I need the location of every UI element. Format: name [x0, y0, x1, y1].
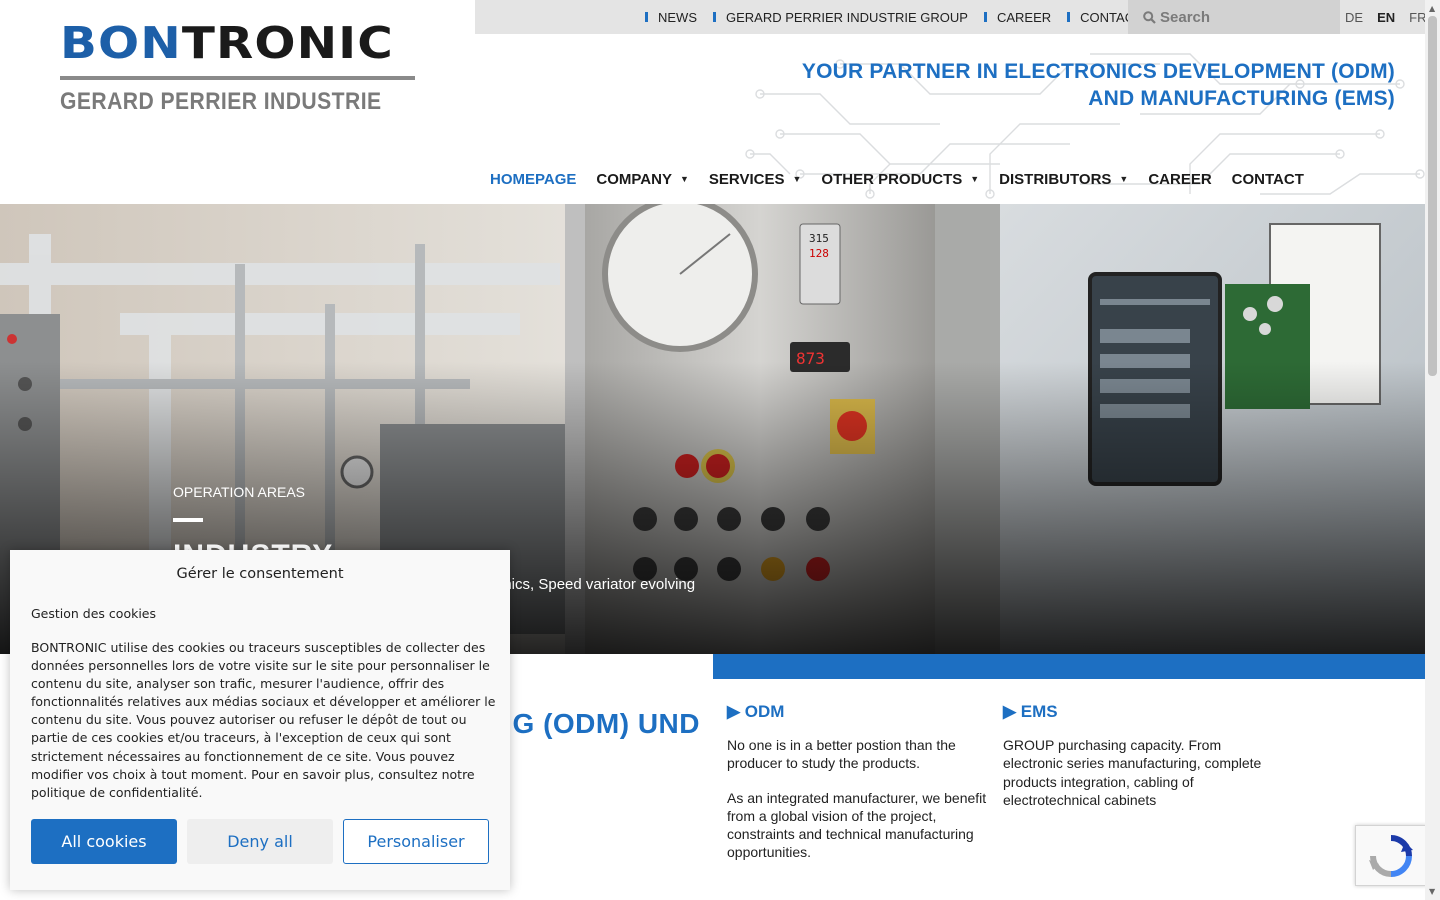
logo-divider [60, 76, 415, 80]
ems-heading[interactable]: ▶ EMS [1003, 702, 1279, 722]
logo-tronic: TRONIC [181, 18, 394, 69]
odm-paragraph-2: As an integrated manufacturer, we benefi… [727, 789, 987, 861]
search-icon [1143, 10, 1156, 24]
cookie-title: Gérer le consentement [176, 566, 344, 582]
hero-underline [173, 518, 203, 522]
cookie-consent-banner: Gérer le consentement Gestion des cookie… [10, 550, 510, 890]
odm-paragraph-1: No one is in a better postion than the p… [727, 737, 956, 772]
site-logo[interactable]: BONTRONIC GERARD PERRIER INDUSTRIE [60, 22, 416, 116]
scrollbar-thumb[interactable] [1428, 16, 1437, 376]
toplink-label: NEWS [658, 9, 697, 25]
ems-column: ▶ EMS GROUP purchasing capacity. From el… [1003, 702, 1279, 825]
caret-down-icon: ▼ [1119, 174, 1129, 184]
caret-down-icon: ▼ [792, 174, 802, 184]
page-scrollbar[interactable]: ▲ ▼ [1425, 0, 1440, 900]
toplink-label: CAREER [996, 9, 1052, 25]
main-nav: HOMEPAGE COMPANY ▼ SERVICES ▼ OTHER PRODUC… [490, 168, 1324, 190]
recaptcha-icon [1369, 834, 1413, 877]
top-utility-bar: NEWS GERARD PERRIER INDUSTRIE GROUP CARE… [475, 0, 1425, 34]
site-header: BONTRONIC GERARD PERRIER INDUSTRIE NEWS … [0, 0, 1425, 204]
nav-company[interactable]: COMPANY ▼ [596, 171, 688, 188]
hero-kicker: OPERATION AREAS [173, 484, 305, 500]
accept-all-cookies-button[interactable]: All cookies [31, 819, 177, 864]
scroll-down-arrow-icon[interactable]: ▼ [1429, 887, 1435, 896]
logo-bon: BON [60, 18, 182, 69]
lang-de[interactable]: DE [1345, 10, 1363, 25]
nav-label: COMPANY [596, 170, 672, 188]
nav-career[interactable]: CAREER [1148, 171, 1211, 188]
caret-down-icon: ▼ [970, 174, 980, 184]
nav-label: DISTRIBUTORS [999, 170, 1112, 188]
lang-fr[interactable]: FR [1409, 10, 1425, 25]
nav-label: SERVICES [708, 170, 785, 188]
bullet-bar [645, 12, 648, 22]
bullet-bar [983, 12, 987, 22]
search-input[interactable]: Search [1128, 0, 1340, 34]
site-tagline: YOUR PARTNER IN ELECTRONICS DEVELOPMENT … [802, 58, 1395, 112]
nav-label: OTHER PRODUCTS [821, 170, 963, 188]
odm-column: ▶ ODM No one is in a better postion than… [727, 702, 1003, 878]
lang-en[interactable]: EN [1377, 10, 1395, 25]
tagline-line-1: YOUR PARTNER IN ELECTRONICS DEVELOPMENT … [801, 60, 1395, 83]
nav-contact[interactable]: CONTACT [1232, 171, 1304, 188]
toplink-news[interactable]: NEWS [645, 10, 697, 25]
nav-distributors[interactable]: DISTRIBUTORS ▼ [999, 171, 1128, 188]
top-links: NEWS GERARD PERRIER INDUSTRIE GROUP CARE… [645, 0, 1158, 34]
nav-services[interactable]: SERVICES ▼ [709, 171, 802, 188]
nav-other-products[interactable]: OTHER PRODUCTS ▼ [821, 171, 979, 188]
toplink-career[interactable]: CAREER [983, 9, 1052, 25]
cookie-subtitle: Gestion des cookies [31, 606, 156, 621]
cookie-body: BONTRONIC utilise des cookies ou traceur… [31, 640, 496, 800]
hero-desc-visible-text: onics, Speed variator evolving [495, 576, 696, 593]
deny-all-cookies-button[interactable]: Deny all [187, 819, 333, 864]
bullet-bar [1067, 12, 1071, 22]
logo-subtitle: GERARD PERRIER INDUSTRIE [60, 88, 382, 115]
nav-label: CAREER [1148, 170, 1212, 188]
odm-heading[interactable]: ▶ ODM [727, 702, 1003, 722]
personalize-cookies-button[interactable]: Personaliser [343, 819, 489, 864]
nav-label: HOMEPAGE [490, 170, 577, 188]
toplink-group[interactable]: GERARD PERRIER INDUSTRIE GROUP [713, 10, 968, 25]
scroll-up-arrow-icon[interactable]: ▲ [1429, 4, 1435, 13]
caret-down-icon: ▼ [679, 174, 689, 184]
tagline-line-2: AND MANUFACTURING (EMS) [1088, 87, 1395, 110]
language-switcher: DE EN FR [1345, 0, 1425, 34]
nav-homepage[interactable]: HOMEPAGE [490, 171, 576, 188]
recaptcha-badge[interactable] [1355, 825, 1427, 886]
search-placeholder: Search [1160, 8, 1211, 26]
ems-paragraph-1: GROUP purchasing capacity. From electron… [1003, 737, 1262, 808]
section-accent-bar [713, 654, 1425, 679]
bullet-bar [713, 12, 716, 22]
nav-label: CONTACT [1231, 170, 1304, 188]
toplink-label: GERARD PERRIER INDUSTRIE GROUP [726, 9, 968, 25]
logo-wordmark: BONTRONIC [60, 22, 452, 66]
